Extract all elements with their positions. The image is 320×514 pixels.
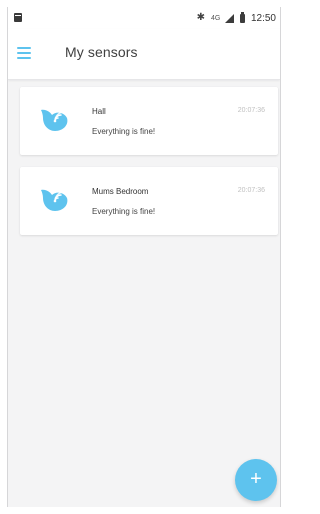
app-screen: ✱ 4G 12:50 My sensors Hall Everything is… bbox=[7, 7, 281, 507]
status-bar: ✱ 4G 12:50 bbox=[8, 7, 280, 29]
battery-icon bbox=[239, 11, 245, 23]
signal-icon bbox=[224, 13, 234, 23]
sensor-card-mums-bedroom[interactable]: Mums Bedroom Everything is fine! 20:07:3… bbox=[20, 167, 278, 235]
sensor-wifi-icon bbox=[41, 109, 68, 131]
app-bar: My sensors bbox=[8, 29, 280, 80]
page-title: My sensors bbox=[65, 44, 138, 60]
sensor-card-hall[interactable]: Hall Everything is fine! 20:07:36 bbox=[20, 87, 278, 155]
network-type-label: 4G bbox=[210, 14, 221, 22]
add-sensor-button[interactable]: + bbox=[235, 459, 277, 501]
notification-icon bbox=[14, 13, 22, 22]
sensor-name: Mums Bedroom bbox=[92, 187, 149, 196]
status-icons: ✱ 4G 12:50 bbox=[197, 11, 276, 25]
status-time: 12:50 bbox=[250, 12, 276, 24]
sensor-name: Hall bbox=[92, 107, 106, 116]
sensor-status: Everything is fine! bbox=[92, 127, 156, 136]
sensor-time: 20:07:36 bbox=[237, 187, 265, 194]
sensor-status: Everything is fine! bbox=[92, 207, 156, 216]
sensor-wifi-icon bbox=[41, 189, 68, 211]
bluetooth-icon: ✱ bbox=[196, 12, 205, 23]
hamburger-menu-icon[interactable] bbox=[13, 41, 37, 65]
sensor-time: 20:07:36 bbox=[237, 107, 265, 114]
